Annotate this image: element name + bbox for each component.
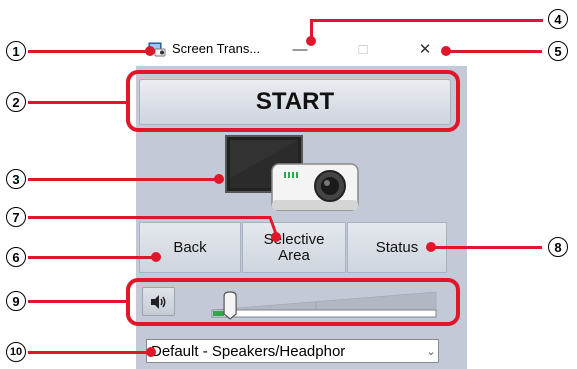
callout-dot-1 xyxy=(145,46,155,56)
selective-area-button[interactable]: Selective Area xyxy=(242,222,346,273)
callout-5: 5 xyxy=(548,41,568,61)
callout-dot-5 xyxy=(441,46,451,56)
close-icon: ✕ xyxy=(418,41,432,58)
callout-dot-8 xyxy=(426,242,436,252)
callout-dot-6 xyxy=(151,252,161,262)
callout-line-5 xyxy=(446,50,542,53)
highlight-volume xyxy=(126,278,460,326)
callout-dot-4 xyxy=(306,36,316,46)
callout-line-10 xyxy=(28,351,152,354)
callout-6: 6 xyxy=(6,247,26,267)
callout-line-3 xyxy=(28,178,220,181)
callout-line-9 xyxy=(28,300,128,303)
callout-dot-3 xyxy=(214,174,224,184)
window-title: Screen Trans... xyxy=(172,41,261,56)
callout-8: 8 xyxy=(548,237,568,257)
output-device-select[interactable]: Default - Speakers/Headphor xyxy=(146,339,439,363)
minimize-icon: — xyxy=(292,40,308,58)
output-device-value: Default - Speakers/Headphor xyxy=(151,342,346,360)
callout-2: 2 xyxy=(6,92,26,112)
callout-line-6 xyxy=(28,256,156,259)
callout-4: 4 xyxy=(548,9,568,29)
highlight-start xyxy=(126,70,460,132)
callout-1: 1 xyxy=(6,41,26,61)
callout-10: 10 xyxy=(6,342,26,362)
callout-line-8 xyxy=(430,246,542,249)
chevron-down-icon[interactable]: ⌄ xyxy=(424,343,438,359)
display-projector-icon xyxy=(225,135,359,211)
callout-line-7a xyxy=(28,216,270,219)
callout-dot-10 xyxy=(146,347,156,357)
callout-line-1 xyxy=(28,50,150,53)
maximize-icon: □ xyxy=(358,40,368,58)
callout-7: 7 xyxy=(6,207,26,227)
callout-line-2 xyxy=(28,101,128,104)
back-button[interactable]: Back xyxy=(139,222,241,273)
maximize-button[interactable]: □ xyxy=(347,36,379,62)
callout-9: 9 xyxy=(6,291,26,311)
callout-line-4a xyxy=(311,19,543,22)
close-button[interactable]: ✕ xyxy=(409,36,441,62)
callout-dot-7 xyxy=(271,232,281,242)
callout-3: 3 xyxy=(6,169,26,189)
